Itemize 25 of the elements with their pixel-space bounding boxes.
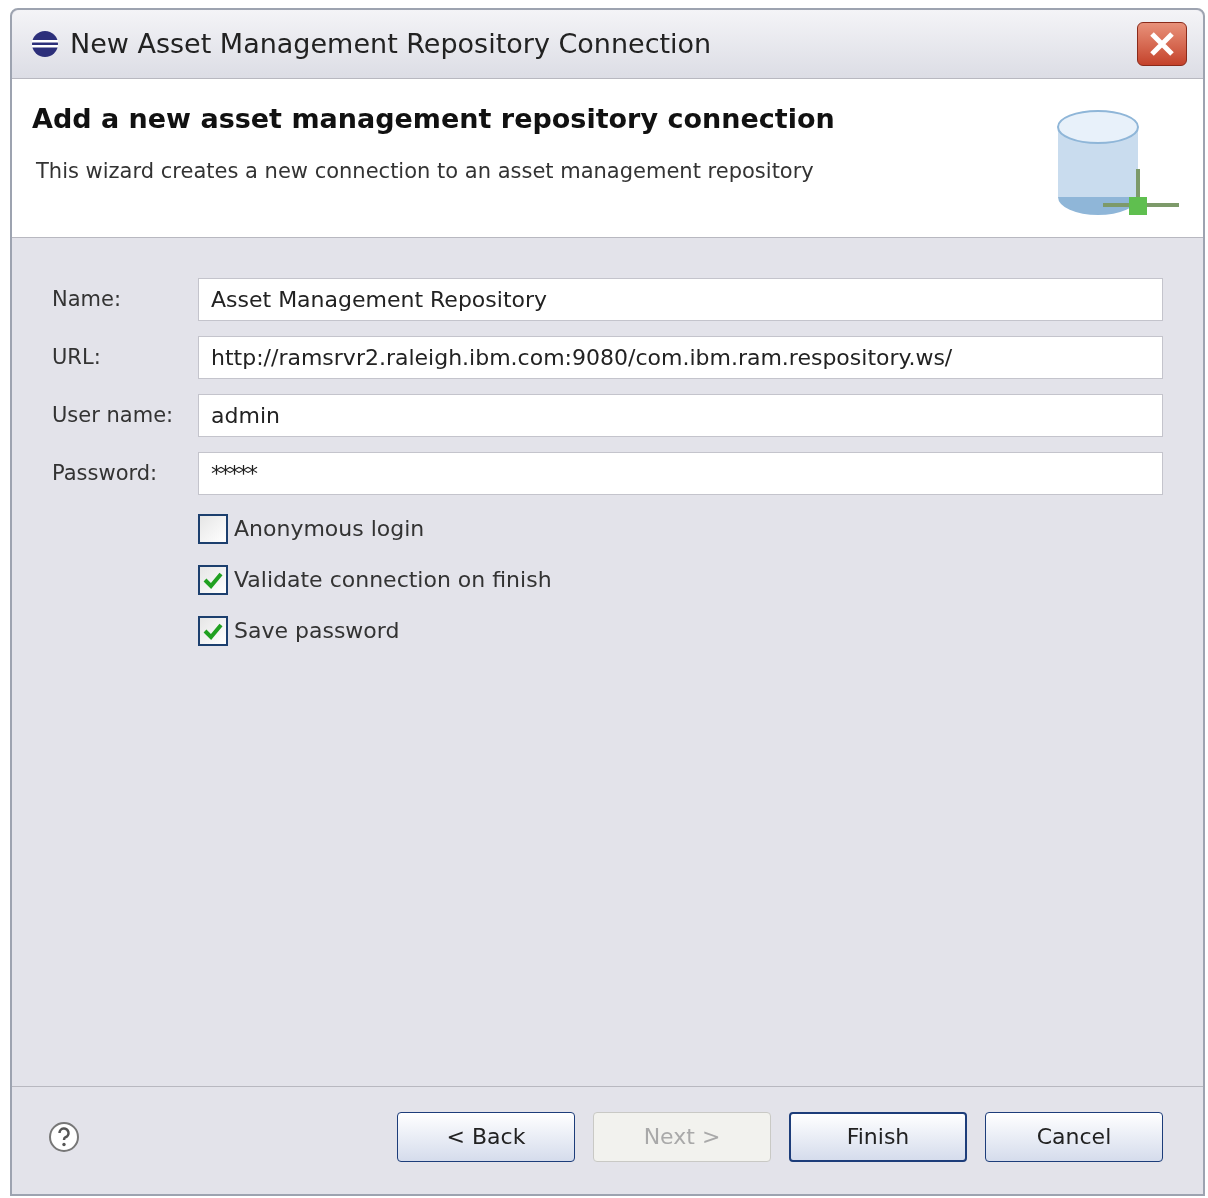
window-title: New Asset Management Repository Connection	[70, 26, 712, 61]
password-field[interactable]: *****	[198, 452, 1163, 495]
check-icon	[203, 570, 223, 589]
field-label: URL:	[52, 343, 102, 371]
input-field[interactable]: admin	[198, 394, 1163, 437]
check-icon	[203, 621, 223, 640]
field-label: Password:	[52, 459, 159, 487]
checkbox[interactable]	[198, 615, 228, 646]
checkbox-label: Save password	[234, 617, 400, 645]
help-icon[interactable]	[48, 1120, 80, 1153]
dialog-button[interactable]: Finish	[789, 1111, 967, 1162]
checkbox[interactable]	[198, 513, 228, 544]
field-label: User name:	[52, 401, 175, 429]
checkbox-label: Anonymous login	[234, 515, 425, 543]
page-title: Add a new asset management repository connection	[32, 102, 836, 136]
input-field[interactable]: http://ramsrvr2.raleigh.ibm.com:9080/com.ibm.ram.respository.ws/	[198, 336, 1163, 379]
close-button[interactable]	[1137, 22, 1187, 66]
field-label: Name:	[52, 285, 123, 313]
close-icon	[1148, 30, 1176, 58]
checkbox-label: Validate connection on finish	[234, 566, 552, 594]
dialog-button[interactable]: < Back	[397, 1111, 575, 1162]
input-field[interactable]: Asset Management Repository	[198, 278, 1163, 321]
dialog-button[interactable]: Cancel	[985, 1111, 1163, 1162]
page-description: This wizard creates a new connection to an asset management repository	[35, 157, 815, 185]
checkbox[interactable]	[198, 564, 228, 595]
